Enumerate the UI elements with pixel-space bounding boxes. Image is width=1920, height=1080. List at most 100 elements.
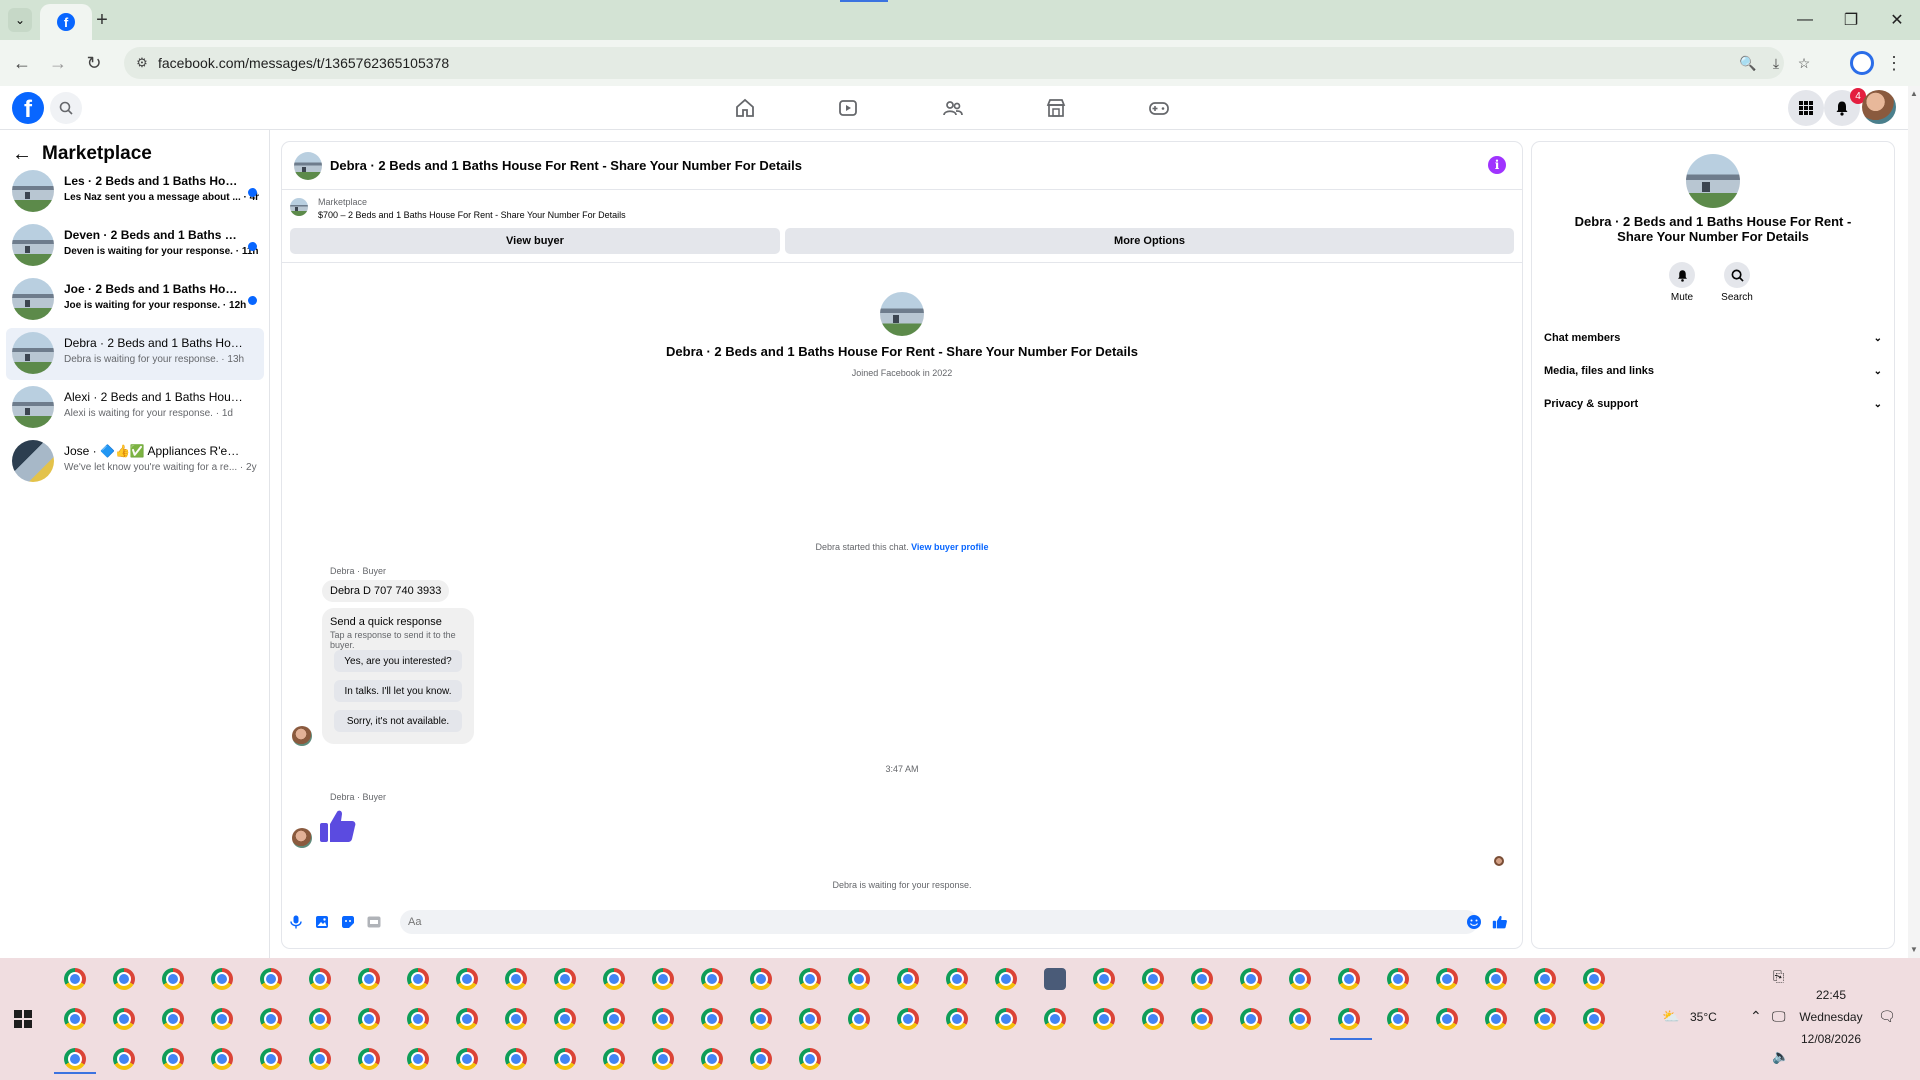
home-nav-button[interactable]	[695, 86, 795, 130]
taskbar-chrome-app-icon[interactable]	[946, 968, 968, 990]
taskbar-chrome-app-icon[interactable]	[1191, 1008, 1213, 1030]
taskbar-chrome-app-icon[interactable]	[505, 1048, 527, 1070]
taskbar-chrome-app-icon[interactable]	[750, 1048, 772, 1070]
taskbar-chrome-app-icon[interactable]	[995, 1008, 1017, 1030]
taskbar-app-icon[interactable]	[1044, 968, 1066, 990]
thumbs-up-icon[interactable]	[318, 806, 358, 846]
taskbar-chrome-app-icon[interactable]	[1387, 968, 1409, 990]
close-window-button[interactable]: ✕	[1884, 8, 1910, 32]
taskbar-chrome-app-icon[interactable]	[1044, 1008, 1066, 1030]
zoom-icon[interactable]: 🔍	[1738, 53, 1758, 73]
video-nav-button[interactable]	[798, 86, 898, 130]
taskbar-chrome-app-icon[interactable]	[946, 1008, 968, 1030]
taskbar-chrome-app-icon[interactable]	[309, 968, 331, 990]
bookmark-star-icon[interactable]: ☆	[1794, 53, 1814, 73]
taskbar-chrome-app-icon[interactable]	[1485, 968, 1507, 990]
clock-day[interactable]: Wednesday	[1786, 1010, 1876, 1024]
taskbar-chrome-app-icon[interactable]	[162, 968, 184, 990]
new-tab-button[interactable]: +	[90, 8, 114, 32]
listing-price-title[interactable]: $700 – 2 Beds and 1 Baths House For Rent…	[318, 210, 626, 220]
marketplace-nav-button[interactable]	[1006, 86, 1106, 130]
network-icon[interactable]: 🖵	[1772, 1008, 1786, 1025]
view-buyer-button[interactable]: View buyer	[290, 228, 780, 254]
meet-now-icon[interactable]: ⎘	[1773, 968, 1784, 985]
taskbar-chrome-app-icon[interactable]	[603, 1048, 625, 1070]
taskbar-chrome-app-icon[interactable]	[309, 1008, 331, 1030]
taskbar-chrome-app-icon[interactable]	[554, 1048, 576, 1070]
taskbar-chrome-app-icon[interactable]	[113, 1008, 135, 1030]
quick-response-button[interactable]: In talks. I'll let you know.	[334, 680, 462, 702]
taskbar-chrome-app-icon[interactable]	[407, 968, 429, 990]
taskbar-chrome-app-icon[interactable]	[1191, 968, 1213, 990]
taskbar-chrome-app-icon[interactable]	[358, 1008, 380, 1030]
taskbar-chrome-app-icon[interactable]	[652, 1048, 674, 1070]
taskbar-chrome-app-icon[interactable]	[358, 968, 380, 990]
minimize-button[interactable]: —	[1792, 8, 1818, 32]
buyer-avatar[interactable]	[292, 726, 312, 746]
menu-grid-icon[interactable]	[1788, 90, 1824, 126]
search-button[interactable]: Search	[1712, 262, 1762, 303]
taskbar-chrome-app-icon[interactable]	[64, 1008, 86, 1030]
taskbar-chrome-app-icon[interactable]	[897, 968, 919, 990]
site-info-icon[interactable]: ⚙	[132, 53, 152, 73]
address-bar[interactable]: ⚙ facebook.com/messages/t/13657623651053…	[124, 47, 1810, 79]
taskbar-chrome-app-icon[interactable]	[456, 968, 478, 990]
taskbar-chrome-app-icon[interactable]	[1142, 1008, 1164, 1030]
weather-temperature[interactable]: 35°C	[1690, 1010, 1717, 1024]
taskbar-chrome-app-icon[interactable]	[701, 1048, 723, 1070]
taskbar-chrome-app-icon[interactable]	[211, 1048, 233, 1070]
facebook-logo-icon[interactable]: f	[12, 92, 44, 124]
conversation-item-active[interactable]: Debra · 2 Beds and 1 Baths House ... Deb…	[6, 328, 264, 380]
tab-search-dropdown[interactable]: ⌄	[8, 8, 32, 32]
taskbar-chrome-app-icon[interactable]	[652, 968, 674, 990]
taskbar-chrome-app-icon[interactable]	[260, 968, 282, 990]
back-button[interactable]: ←	[10, 51, 34, 75]
taskbar-chrome-app-icon[interactable]	[1436, 968, 1458, 990]
taskbar-chrome-app-icon[interactable]	[848, 968, 870, 990]
taskbar-chrome-app-icon[interactable]	[211, 1008, 233, 1030]
taskbar-chrome-app-icon[interactable]	[652, 1008, 674, 1030]
taskbar-chrome-app-icon[interactable]	[211, 968, 233, 990]
notification-center-icon[interactable]: 🗨	[1878, 1008, 1896, 1025]
taskbar-chrome-app-icon[interactable]	[1387, 1008, 1409, 1030]
taskbar-chrome-app-icon[interactable]	[603, 968, 625, 990]
clock-time[interactable]: 22:45	[1786, 988, 1876, 1002]
listing-thumbnail[interactable]	[294, 152, 322, 180]
taskbar-chrome-app-icon[interactable]	[1142, 968, 1164, 990]
conversation-item[interactable]: Les · 2 Beds and 1 Baths House F... Les …	[6, 166, 264, 218]
browser-profile-icon[interactable]	[1850, 51, 1874, 75]
taskbar-chrome-app-icon[interactable]	[701, 1008, 723, 1030]
taskbar-chrome-app-icon[interactable]	[603, 1008, 625, 1030]
install-app-icon[interactable]: ⤓	[1766, 53, 1786, 73]
taskbar-chrome-app-icon[interactable]	[1289, 1008, 1311, 1030]
taskbar-chrome-app-icon[interactable]	[799, 968, 821, 990]
more-options-button[interactable]: More Options	[785, 228, 1514, 254]
taskbar-chrome-app-icon[interactable]	[750, 968, 772, 990]
taskbar-chrome-app-icon[interactable]	[260, 1008, 282, 1030]
taskbar-chrome-app-icon[interactable]	[64, 1048, 86, 1070]
taskbar-chrome-app-icon[interactable]	[799, 1048, 821, 1070]
taskbar-chrome-app-icon[interactable]	[505, 968, 527, 990]
taskbar-chrome-app-icon[interactable]	[799, 1008, 821, 1030]
taskbar-chrome-app-icon[interactable]	[995, 968, 1017, 990]
taskbar-chrome-app-icon[interactable]	[64, 968, 86, 990]
clock-date[interactable]: 12/08/2026	[1786, 1032, 1876, 1046]
taskbar-chrome-app-icon[interactable]	[1534, 968, 1556, 990]
taskbar-chrome-app-icon[interactable]	[1583, 1008, 1605, 1030]
view-buyer-profile-link[interactable]: View buyer profile	[911, 542, 988, 552]
taskbar-chrome-app-icon[interactable]	[1240, 968, 1262, 990]
scroll-down-arrow[interactable]: ▼	[1909, 944, 1919, 954]
account-avatar[interactable]	[1862, 90, 1896, 124]
quick-response-button[interactable]: Sorry, it's not available.	[334, 710, 462, 732]
info-icon[interactable]: i	[1488, 156, 1506, 174]
tab-facebook[interactable]: f	[40, 4, 92, 40]
taskbar-chrome-app-icon[interactable]	[1583, 968, 1605, 990]
taskbar-chrome-app-icon[interactable]	[1338, 1008, 1360, 1030]
emoji-icon[interactable]	[1466, 914, 1482, 930]
media-files-section[interactable]: Media, files and links ⌄	[1544, 359, 1882, 383]
taskbar-chrome-app-icon[interactable]	[1338, 968, 1360, 990]
taskbar-chrome-app-icon[interactable]	[701, 968, 723, 990]
chat-title[interactable]: Debra · 2 Beds and 1 Baths House For Ren…	[330, 158, 802, 173]
taskbar-chrome-app-icon[interactable]	[505, 1008, 527, 1030]
buyer-avatar[interactable]	[292, 828, 312, 848]
